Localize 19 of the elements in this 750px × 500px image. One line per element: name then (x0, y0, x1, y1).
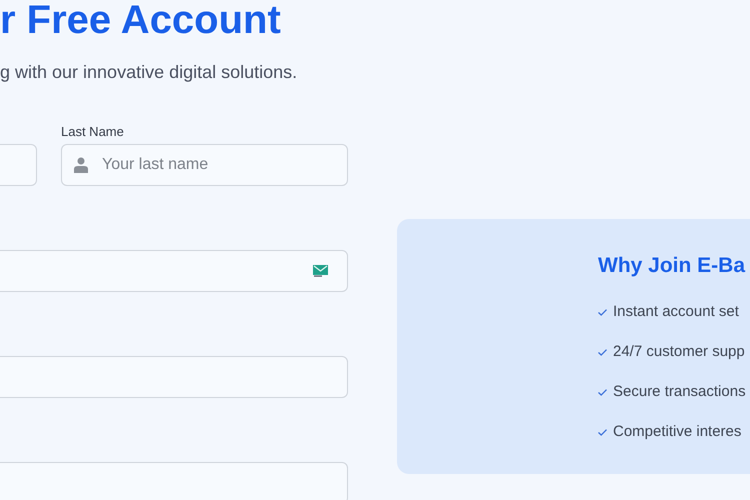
benefits-title: Why Join E-Ba (598, 253, 746, 278)
check-icon (598, 388, 607, 396)
input-field[interactable] (0, 250, 348, 292)
input-field[interactable] (0, 356, 348, 398)
benefit-text: 24/7 customer supp (613, 342, 745, 362)
benefit-text: Instant account set (613, 302, 739, 322)
check-icon (598, 428, 607, 436)
check-icon (598, 308, 607, 316)
input-field[interactable] (0, 462, 348, 500)
page-title: r Free Account (0, 0, 282, 40)
input-field[interactable]: Your last name (61, 144, 348, 186)
benefit-text: Competitive interes (613, 422, 742, 442)
check-icon (598, 348, 607, 356)
person-icon (74, 157, 88, 174)
input-field[interactable] (0, 144, 37, 186)
subtitle: g with our innovative digital solutions. (0, 62, 298, 84)
mail-icon (313, 265, 328, 278)
benefit-text: Secure transactions (613, 382, 746, 402)
field-label: Last Name (61, 124, 124, 140)
